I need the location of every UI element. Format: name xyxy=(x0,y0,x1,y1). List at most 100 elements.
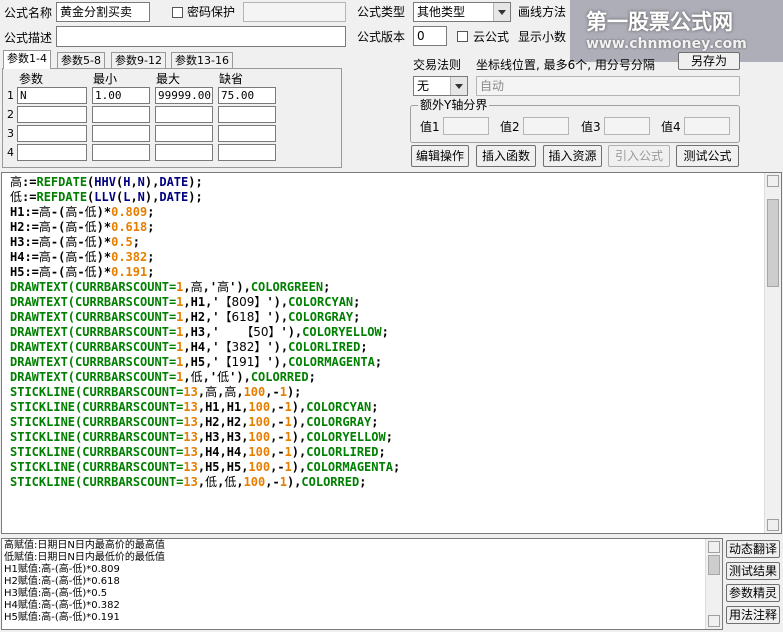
scroll-up-arrow[interactable] xyxy=(708,541,720,553)
param-name-input[interactable] xyxy=(17,144,87,161)
output-lines: 高赋值:日期日N日内最高价的最高值 低赋值:日期日N日内最低价的最低值 H1赋值:高… xyxy=(4,540,165,624)
code-token: 低 xyxy=(84,265,97,279)
param-default-input[interactable] xyxy=(218,125,276,142)
code-token: ,H1,H1, xyxy=(197,400,249,414)
code-token: DRAWTEXT(CURRBARSCOUNT= xyxy=(10,280,177,294)
trade-rule-select[interactable]: 无 xyxy=(413,76,468,96)
tab-params-13-16[interactable]: 参数13-16 xyxy=(171,52,233,69)
code-line: 高:=REFDATE(HHV(H,N),DATE); xyxy=(10,175,400,190)
code-token: COLORLIRED xyxy=(288,340,361,354)
code-token: 13 xyxy=(183,475,198,489)
code-token: ,H3,' xyxy=(183,325,242,339)
scroll-thumb[interactable] xyxy=(767,199,779,287)
param-max-input[interactable]: 99999.00 xyxy=(155,87,213,104)
code-token: ,H4,H4, xyxy=(197,445,249,459)
tab-params-5-8[interactable]: 参数5-8 xyxy=(57,52,105,69)
code-token: 0.382 xyxy=(111,250,148,264)
code-token: 低 xyxy=(190,370,203,384)
code-token: 0.191 xyxy=(111,265,148,279)
param-max-input[interactable] xyxy=(155,106,213,123)
code-token: 1 xyxy=(279,475,287,489)
code-token: , xyxy=(130,190,138,204)
code-line: STICKLINE(CURRBARSCOUNT=13,H3,H3,100,-1)… xyxy=(10,430,400,445)
formula-desc-input[interactable] xyxy=(56,26,346,47)
code-token: , xyxy=(183,370,191,384)
code-token: 0.5 xyxy=(111,235,133,249)
code-token: COLORMAGENTA xyxy=(288,355,375,369)
test-result-button[interactable]: 测试结果 xyxy=(726,562,780,580)
coord-line-input[interactable]: 自动 xyxy=(476,76,740,96)
insert-resource-button[interactable]: 插入资源 xyxy=(543,145,602,167)
code-token: STICKLINE(CURRBARSCOUNT= xyxy=(10,475,184,489)
code-token: ; xyxy=(392,460,401,474)
code-token: 1 xyxy=(284,460,292,474)
tab-params-1-4[interactable]: 参数1-4 xyxy=(3,50,51,69)
param-name-input[interactable] xyxy=(17,106,87,123)
param-wizard-button[interactable]: 参数精灵 xyxy=(726,584,780,602)
param-min-input[interactable] xyxy=(92,106,150,123)
output-line: 高赋值:日期日N日内最高价的最高值 xyxy=(4,540,165,551)
code-token: ; xyxy=(359,475,367,489)
scroll-down-arrow[interactable] xyxy=(767,519,779,531)
code-token: 高 xyxy=(205,385,218,399)
code-token: COLORGRAY xyxy=(306,415,372,429)
param-default-input[interactable]: 75.00 xyxy=(218,87,276,104)
param-max-input[interactable] xyxy=(155,144,213,161)
code-token: 低 xyxy=(84,220,97,234)
code-token: 高 xyxy=(65,250,78,264)
code-token: 13 xyxy=(183,430,198,444)
code-token: )* xyxy=(96,220,112,234)
editor-scrollbar[interactable] xyxy=(764,173,781,533)
formula-type-select[interactable]: 其他类型 xyxy=(413,2,511,22)
code-token: ; xyxy=(147,220,155,234)
chevron-down-icon[interactable] xyxy=(450,77,467,95)
param-name-input[interactable] xyxy=(17,125,87,142)
code-token: STICKLINE(CURRBARSCOUNT= xyxy=(10,445,184,459)
code-token: ,- xyxy=(270,460,285,474)
code-token: 低 xyxy=(84,250,97,264)
code-line: DRAWTEXT(CURRBARSCOUNT=1,H2,'【618】'),COL… xyxy=(10,310,400,325)
chevron-down-icon[interactable] xyxy=(493,3,510,21)
test-formula-button[interactable]: 测试公式 xyxy=(676,145,739,167)
value3-input[interactable] xyxy=(604,117,650,135)
scroll-down-arrow[interactable] xyxy=(708,615,720,627)
code-token: '), xyxy=(229,280,251,294)
formula-version-input[interactable]: 0 xyxy=(413,26,447,46)
import-formula-button[interactable]: 引入公式 xyxy=(608,145,670,167)
cloud-formula-checkbox[interactable] xyxy=(457,31,468,42)
tab-params-9-12[interactable]: 参数9-12 xyxy=(111,52,166,69)
param-min-input[interactable] xyxy=(92,144,150,161)
param-default-input[interactable] xyxy=(218,106,276,123)
value2-input[interactable] xyxy=(523,117,569,135)
code-token: ,- xyxy=(270,430,285,444)
password-checkbox[interactable] xyxy=(172,7,183,18)
output-scrollbar[interactable] xyxy=(705,539,722,629)
formula-name-input[interactable]: 黄金分割买卖 xyxy=(56,2,150,22)
code-line: H2:=高-(高-低)*0.618; xyxy=(10,220,400,235)
insert-function-button[interactable]: 插入函数 xyxy=(476,145,536,167)
value1-input[interactable] xyxy=(443,117,489,135)
password-input[interactable] xyxy=(243,2,346,22)
code-token: COLORYELLOW xyxy=(306,430,386,444)
code-token: '), xyxy=(266,295,289,309)
usage-notes-button[interactable]: 用法注释 xyxy=(726,606,780,624)
code-token: '), xyxy=(280,325,303,339)
save-as-button[interactable]: 另存为 xyxy=(678,52,740,70)
value4-input[interactable] xyxy=(684,117,730,135)
code-line: H4:=高-(高-低)*0.382; xyxy=(10,250,400,265)
code-editor[interactable]: 高:=REFDATE(HHV(H,N),DATE); 低:=REFDATE(LLV… xyxy=(1,172,782,534)
scroll-up-arrow[interactable] xyxy=(767,175,779,187)
output-line: H5赋值:高-(高-低)*0.191 xyxy=(4,612,120,623)
formula-desc-label: 公式描述 xyxy=(4,31,53,45)
param-default-input[interactable] xyxy=(218,144,276,161)
param-min-input[interactable]: 1.00 xyxy=(92,87,150,104)
param-min-input[interactable] xyxy=(92,125,150,142)
param-name-input[interactable]: N xyxy=(17,87,87,104)
param-max-input[interactable] xyxy=(155,125,213,142)
code-token: ), xyxy=(291,430,307,444)
code-token: 高 xyxy=(190,280,203,294)
edit-operation-button[interactable]: 编辑操作 xyxy=(411,145,469,167)
scroll-thumb[interactable] xyxy=(708,555,720,575)
code-token: DRAWTEXT(CURRBARSCOUNT= xyxy=(10,370,177,384)
dynamic-translate-button[interactable]: 动态翻译 xyxy=(726,540,780,558)
